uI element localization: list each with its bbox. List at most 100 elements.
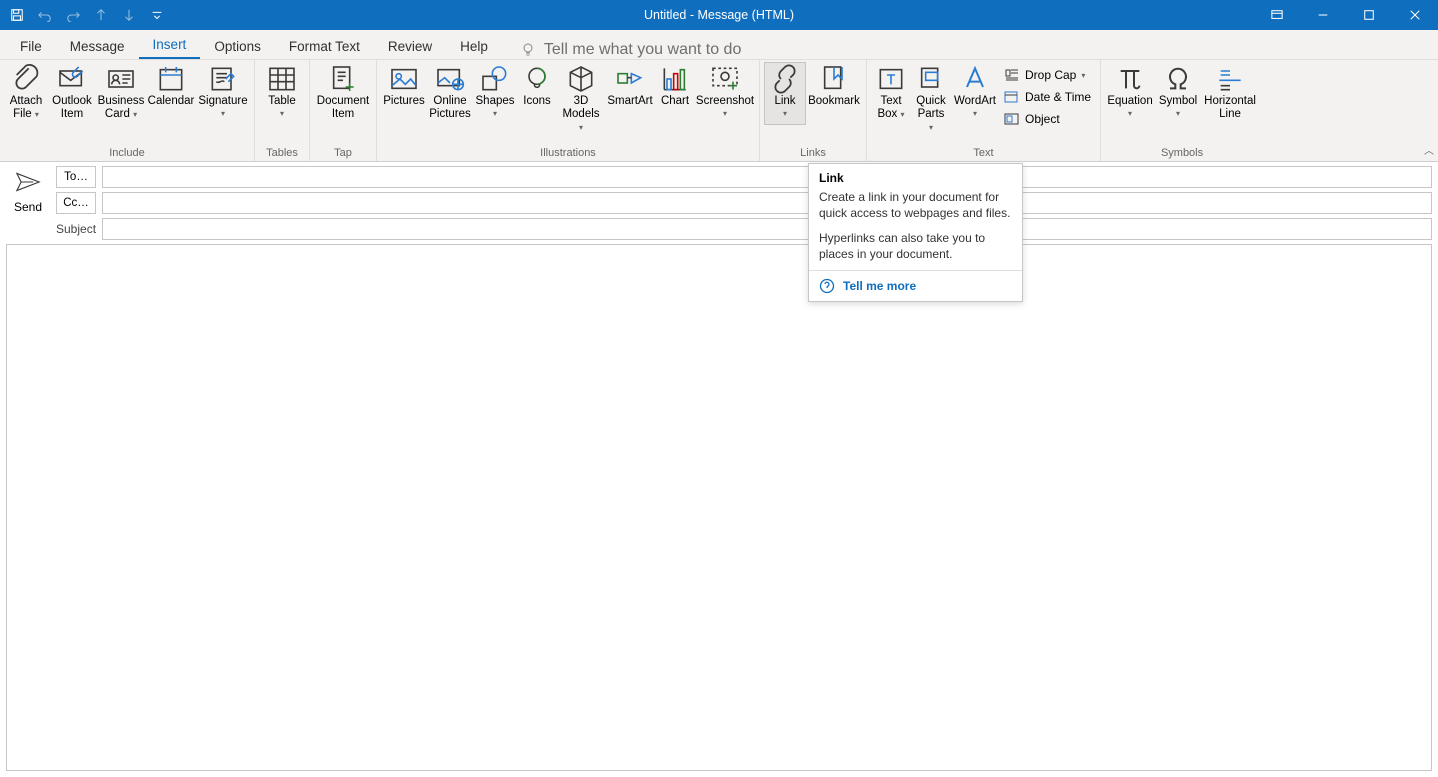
help-icon <box>819 278 835 294</box>
calendar-icon <box>155 66 187 92</box>
tell-me-more-link[interactable]: Tell me more <box>809 270 1022 301</box>
pi-icon <box>1114 66 1146 92</box>
date-time-button[interactable]: Date & Time <box>1001 86 1094 108</box>
group-label-tap: Tap <box>314 145 372 161</box>
chart-button[interactable]: Chart <box>655 62 695 125</box>
group-include: AttachFile ▾ OutlookItem BusinessCard ▾ … <box>0 60 255 161</box>
wordart-button[interactable]: WordArt▾ <box>951 62 999 125</box>
screenshot-button[interactable]: Screenshot▾ <box>695 62 755 125</box>
cc-field[interactable] <box>102 192 1432 214</box>
signature-button[interactable]: Signature▾ <box>196 62 250 125</box>
icons-icon <box>521 66 553 92</box>
text-box-button[interactable]: TextBox ▾ <box>871 62 911 125</box>
close-icon[interactable] <box>1392 0 1438 30</box>
hline-icon <box>1214 66 1246 92</box>
document-plus-icon <box>327 66 359 92</box>
shapes-icon <box>479 66 511 92</box>
send-button[interactable]: Send <box>6 166 50 240</box>
omega-icon <box>1162 66 1194 92</box>
window-controls <box>1254 0 1438 30</box>
tab-file[interactable]: File <box>6 33 56 59</box>
tooltip-link: Link Create a link in your document for … <box>808 163 1023 302</box>
drop-cap-icon <box>1004 67 1020 83</box>
to-field[interactable] <box>102 166 1432 188</box>
group-label-include: Include <box>4 145 250 161</box>
group-label-symbols: Symbols <box>1105 145 1259 161</box>
window-title: Untitled - Message (HTML) <box>644 8 794 22</box>
tab-help[interactable]: Help <box>446 33 502 59</box>
table-button[interactable]: Table▾ <box>259 62 305 125</box>
tab-review[interactable]: Review <box>374 33 446 59</box>
next-icon[interactable] <box>118 4 140 26</box>
title-bar: Untitled - Message (HTML) <box>0 0 1438 30</box>
table-icon <box>266 66 298 92</box>
group-symbols: Equation▾ Symbol▾ HorizontalLine Symbols <box>1101 60 1263 161</box>
icons-button[interactable]: Icons <box>517 62 557 125</box>
subject-label: Subject <box>56 222 96 236</box>
quick-parts-button[interactable]: QuickParts ▾ <box>911 62 951 137</box>
equation-button[interactable]: Equation▾ <box>1105 62 1155 125</box>
shapes-button[interactable]: Shapes▾ <box>473 62 517 125</box>
attach-file-button[interactable]: AttachFile ▾ <box>4 62 48 125</box>
3d-models-button[interactable]: 3DModels ▾ <box>557 62 605 137</box>
ribbon-tabs: File Message Insert Options Format Text … <box>0 30 1438 60</box>
group-tables: Table▾ Tables <box>255 60 310 161</box>
cube-icon <box>565 66 597 92</box>
smartart-button[interactable]: SmartArt <box>605 62 655 125</box>
object-button[interactable]: Object <box>1001 108 1094 130</box>
tab-format-text[interactable]: Format Text <box>275 33 374 59</box>
symbol-button[interactable]: Symbol▾ <box>1155 62 1201 125</box>
tell-me-search[interactable]: Tell me what you want to do <box>520 41 741 59</box>
message-header: Send To… Cc… Subject <box>0 162 1438 243</box>
send-icon <box>14 170 42 194</box>
online-pictures-button[interactable]: OnlinePictures <box>427 62 473 125</box>
cc-button[interactable]: Cc… <box>56 192 96 214</box>
textbox-icon <box>875 66 907 92</box>
body-wrap <box>0 243 1438 777</box>
quick-parts-icon <box>915 66 947 92</box>
object-icon <box>1004 111 1020 127</box>
horizontal-line-button[interactable]: HorizontalLine <box>1201 62 1259 125</box>
collapse-ribbon-icon[interactable]: ︿ <box>1424 142 1434 157</box>
tab-message[interactable]: Message <box>56 33 139 59</box>
wordart-icon <box>959 66 991 92</box>
signature-icon <box>207 66 239 92</box>
picture-icon <box>388 66 420 92</box>
tooltip-title: Link <box>809 164 1022 190</box>
chart-icon <box>659 66 691 92</box>
save-icon[interactable] <box>6 4 28 26</box>
previous-icon[interactable] <box>90 4 112 26</box>
online-picture-icon <box>434 66 466 92</box>
bookmark-icon <box>818 66 850 92</box>
bookmark-button[interactable]: Bookmark <box>806 62 862 125</box>
calendar-button[interactable]: Calendar <box>146 62 196 125</box>
tab-insert[interactable]: Insert <box>139 31 201 59</box>
redo-icon[interactable] <box>62 4 84 26</box>
group-links: Link▾ Bookmark Links <box>760 60 867 161</box>
minimize-icon[interactable] <box>1300 0 1346 30</box>
document-item-button[interactable]: DocumentItem <box>314 62 372 125</box>
message-body[interactable] <box>6 244 1432 771</box>
ribbon-display-icon[interactable] <box>1254 0 1300 30</box>
group-text: TextBox ▾ QuickParts ▾ WordArt▾ Drop Cap… <box>867 60 1101 161</box>
drop-cap-button[interactable]: Drop Cap ▾ <box>1001 64 1094 86</box>
subject-field[interactable] <box>102 218 1432 240</box>
undo-icon[interactable] <box>34 4 56 26</box>
outlook-item-button[interactable]: OutlookItem <box>48 62 96 125</box>
customize-qat-icon[interactable] <box>146 4 168 26</box>
group-tap: DocumentItem Tap <box>310 60 377 161</box>
lightbulb-icon <box>520 42 536 58</box>
group-label-links: Links <box>764 145 862 161</box>
business-card-button[interactable]: BusinessCard ▾ <box>96 62 146 125</box>
group-label-illustrations: Illustrations <box>381 145 755 161</box>
card-icon <box>105 66 137 92</box>
smartart-icon <box>614 66 646 92</box>
group-label-tables: Tables <box>259 145 305 161</box>
to-button[interactable]: To… <box>56 166 96 188</box>
pictures-button[interactable]: Pictures <box>381 62 427 125</box>
tooltip-text-2: Hyperlinks can also take you to places i… <box>819 231 1012 262</box>
envelope-clip-icon <box>56 66 88 92</box>
tab-options[interactable]: Options <box>200 33 275 59</box>
link-button[interactable]: Link▾ <box>764 62 806 125</box>
maximize-icon[interactable] <box>1346 0 1392 30</box>
